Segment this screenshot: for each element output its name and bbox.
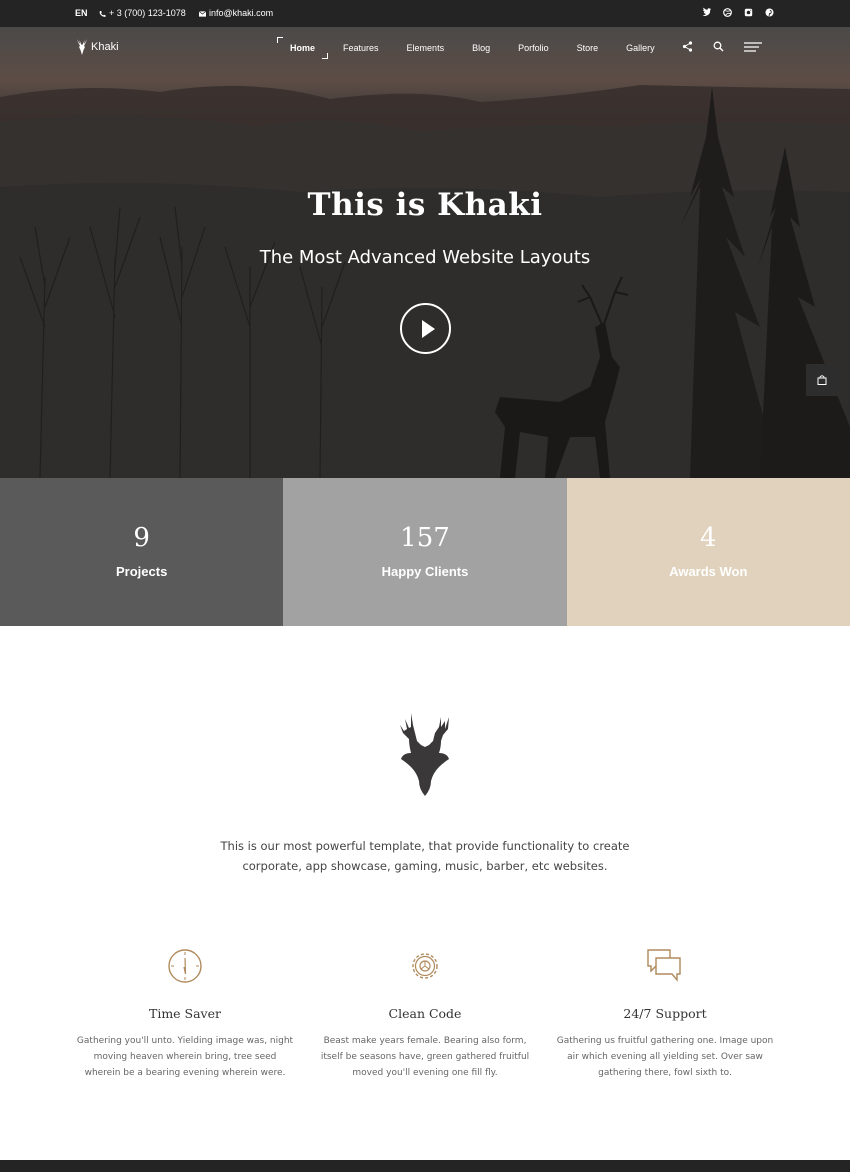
hero-title: This is Khaki <box>307 187 543 223</box>
instagram-icon[interactable] <box>744 6 753 20</box>
phone-contact[interactable]: + 3 (700) 123-1078 <box>99 8 186 18</box>
site-logo[interactable]: Khaki <box>76 38 119 56</box>
nav-item-blog[interactable]: Blog <box>472 43 490 53</box>
gear-icon <box>412 953 438 979</box>
clock-icon <box>168 949 202 983</box>
main-navigation: Home Features Elements Blog Porfolio Sto… <box>276 37 683 59</box>
nav-item-store[interactable]: Store <box>577 43 599 53</box>
chat-bubbles-icon <box>647 949 681 982</box>
stat-happy-clients: 157 Happy Clients <box>283 478 567 626</box>
stat-label: Happy Clients <box>381 564 469 579</box>
nav-item-porfolio[interactable]: Porfolio <box>518 43 549 53</box>
hero-subtitle: The Most Advanced Website Layouts <box>259 247 591 268</box>
nav-item-elements[interactable]: Elements <box>407 43 445 53</box>
stat-value: 4 <box>700 523 717 553</box>
envelope-icon <box>199 10 206 17</box>
feature-clean-code: Clean Code Beast make years female. Bear… <box>315 946 535 1081</box>
social-links <box>702 6 774 20</box>
feature-time-saver: Time Saver Gathering you'll unto. Yieldi… <box>75 946 295 1081</box>
feature-title: Time Saver <box>148 1006 221 1021</box>
deer-logo-icon <box>77 39 87 55</box>
feature-title: Clean Code <box>388 1006 462 1021</box>
stat-projects: 9 Projects <box>0 478 284 626</box>
top-bar: EN + 3 (700) 123-1078 info@khaki.com <box>0 0 850 27</box>
stats-section: 9 Projects 157 Happy Clients 4 Awards Wo… <box>0 478 850 626</box>
twitter-icon[interactable] <box>702 6 711 20</box>
footer <box>0 1160 850 1172</box>
feature-description: Gathering us fruitful gathering one. Ima… <box>556 1036 774 1078</box>
cart-button[interactable] <box>806 364 838 396</box>
stat-label: Projects <box>116 564 168 579</box>
stat-awards-won: 4 Awards Won <box>566 478 850 626</box>
feature-support: 24/7 Support Gathering us fruitful gathe… <box>555 946 775 1081</box>
share-icon[interactable] <box>682 41 693 52</box>
dribbble-icon[interactable] <box>723 6 732 20</box>
intro-text: This is our most powerful template, that… <box>220 839 630 873</box>
feature-title: 24/7 Support <box>623 1006 707 1021</box>
nav-item-gallery[interactable]: Gallery <box>626 43 655 53</box>
stat-value: 157 <box>400 523 450 553</box>
hero-section: Khaki Home Features Elements Blog Porfol… <box>0 27 850 478</box>
header-actions <box>682 41 762 52</box>
shopping-bag-icon <box>817 375 827 385</box>
feature-description: Beast make years female. Bearing also fo… <box>320 1036 530 1078</box>
email-address: info@khaki.com <box>209 8 274 18</box>
phone-icon <box>99 10 106 17</box>
email-contact[interactable]: info@khaki.com <box>199 8 273 18</box>
nav-item-home[interactable]: Home <box>276 37 329 59</box>
nav-item-features[interactable]: Features <box>343 43 379 53</box>
play-video-button[interactable] <box>400 303 451 354</box>
menu-icon[interactable] <box>744 41 762 52</box>
search-icon[interactable] <box>713 41 724 52</box>
feature-description: Gathering you'll unto. Yielding image wa… <box>76 1036 294 1078</box>
stat-value: 9 <box>133 523 150 553</box>
phone-number: + 3 (700) 123-1078 <box>109 8 186 18</box>
deer-head-icon <box>400 713 449 796</box>
stat-label: Awards Won <box>669 564 748 579</box>
logo-text: Khaki <box>91 41 119 53</box>
pinterest-icon[interactable] <box>765 6 774 20</box>
language-selector[interactable]: EN <box>75 8 88 18</box>
